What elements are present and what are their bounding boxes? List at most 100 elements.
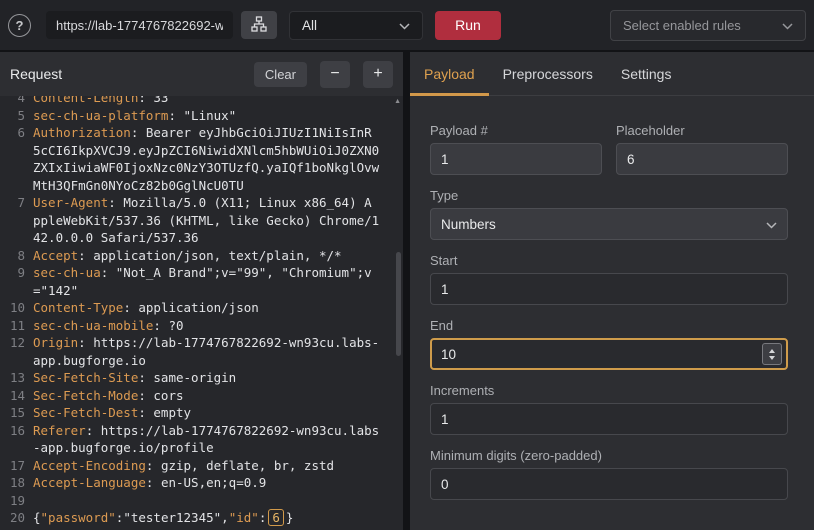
token: : same-origin: [138, 370, 236, 385]
token: :: [259, 510, 267, 525]
request-line: 7User-Agent: Mozilla/5.0 (X11; Linux x86…: [3, 194, 403, 247]
type-group: Type Numbers: [430, 189, 788, 240]
token: User-Agent: [33, 195, 108, 210]
token: "tester12345": [123, 510, 221, 525]
spinner-up-icon[interactable]: [769, 349, 775, 353]
end-field[interactable]: [430, 338, 788, 370]
line-content: Accept: application/json, text/plain, */…: [33, 247, 379, 265]
line-number: 17: [3, 457, 25, 475]
scroll-up-icon[interactable]: ▲: [394, 98, 401, 105]
token: Accept-Encoding: [33, 458, 146, 473]
payload-panel: Payload Preprocessors Settings Payload #…: [410, 52, 814, 530]
placeholder-label: Placeholder: [616, 124, 788, 138]
line-content: Sec-Fetch-Mode: cors: [33, 387, 379, 405]
tab-settings[interactable]: Settings: [607, 52, 686, 95]
tab-preprocessors-label: Preprocessors: [503, 66, 593, 82]
tab-preprocessors[interactable]: Preprocessors: [489, 52, 607, 95]
min-digits-group: Minimum digits (zero-padded): [430, 449, 788, 500]
line-content: User-Agent: Mozilla/5.0 (X11; Linux x86_…: [33, 194, 379, 247]
line-number: 19: [3, 492, 25, 510]
end-label: End: [430, 319, 788, 333]
rules-dropdown[interactable]: Select enabled rules: [610, 10, 806, 41]
line-content: [33, 492, 379, 510]
request-line: 18 Accept-Language: en-US,en;q=0.9: [3, 474, 403, 492]
request-line: 14Sec-Fetch-Mode: cors: [3, 387, 403, 405]
token: : en-US,en;q=0.9: [146, 475, 266, 490]
min-digits-field[interactable]: [430, 468, 788, 500]
token: Referer: [33, 423, 86, 438]
token: : empty: [138, 405, 191, 420]
payload-form: Payload # Placeholder Type Numbers: [410, 96, 814, 514]
help-button[interactable]: ?: [8, 14, 31, 37]
scope-dropdown-value: All: [302, 18, 317, 33]
increments-field[interactable]: [430, 403, 788, 435]
clear-button[interactable]: Clear: [254, 62, 307, 87]
token: : application/json: [123, 300, 258, 315]
run-button[interactable]: Run: [435, 11, 501, 40]
request-line: 6Authorization: Bearer eyJhbGciOiJIUzI1N…: [3, 124, 403, 194]
line-content: sec-ch-ua: "Not_A Brand";v="99", "Chromi…: [33, 264, 379, 299]
min-digits-label: Minimum digits (zero-padded): [430, 449, 788, 463]
payload-number-field[interactable]: [430, 143, 602, 175]
chevron-down-icon: [782, 18, 793, 33]
token: Content-Length: [33, 96, 138, 105]
rules-dropdown-placeholder: Select enabled rules: [623, 18, 741, 33]
line-number: 15: [3, 404, 25, 422]
token: Sec-Fetch-Mode: [33, 388, 138, 403]
line-number: 18: [3, 474, 25, 492]
remove-payload-button[interactable]: −: [320, 61, 350, 88]
request-line: 5sec-ch-ua-platform: "Linux": [3, 107, 403, 125]
tab-payload-label: Payload: [424, 66, 475, 82]
add-payload-button[interactable]: +: [363, 61, 393, 88]
start-group: Start: [430, 254, 788, 305]
end-group: End: [430, 319, 788, 370]
type-select-value: Numbers: [441, 217, 496, 232]
spinner-down-icon[interactable]: [769, 356, 775, 360]
token: : https://lab-1774767822692-wn93cu.labs-…: [33, 335, 379, 368]
line-content: Sec-Fetch-Site: same-origin: [33, 369, 379, 387]
token: Accept-Language: [33, 475, 146, 490]
token: : 33: [138, 96, 168, 105]
type-select[interactable]: Numbers: [430, 208, 788, 240]
chevron-down-icon: [399, 18, 410, 33]
workflow-button[interactable]: [241, 11, 277, 39]
line-content: Accept-Language: en-US,en;q=0.9: [33, 474, 379, 492]
token: : application/json, text/plain, */*: [78, 248, 341, 263]
request-line: 11sec-ch-ua-mobile: ?0: [3, 317, 403, 335]
payload-placeholder-marker[interactable]: 6: [268, 509, 284, 526]
request-line: 16Referer: https://lab-1774767822692-wn9…: [3, 422, 403, 457]
request-line: 17 Accept-Encoding: gzip, deflate, br, zs…: [3, 457, 403, 475]
request-panel: Request Clear − + 4Content-Length: 335se…: [0, 52, 403, 530]
token: Content-Type: [33, 300, 123, 315]
line-number: 20: [3, 509, 25, 527]
payload-placeholder-row: Payload # Placeholder: [430, 124, 788, 189]
payload-number-group: Payload #: [430, 124, 602, 175]
placeholder-field[interactable]: [616, 143, 788, 175]
line-content: sec-ch-ua-platform: "Linux": [33, 107, 379, 125]
main-split: Request Clear − + 4Content-Length: 335se…: [0, 52, 814, 530]
number-spinner[interactable]: [762, 343, 782, 365]
tab-payload[interactable]: Payload: [410, 52, 489, 95]
start-field[interactable]: [430, 273, 788, 305]
type-label: Type: [430, 189, 788, 203]
scope-dropdown[interactable]: All: [289, 11, 423, 40]
token: Accept: [33, 248, 78, 263]
line-content: Accept-Encoding: gzip, deflate, br, zstd: [33, 457, 379, 475]
url-input[interactable]: [46, 11, 233, 39]
request-line: 4 Content-Length: 33: [3, 96, 403, 107]
request-line: 15Sec-Fetch-Dest: empty: [3, 404, 403, 422]
line-number: 12: [3, 334, 25, 369]
sitemap-icon: [251, 16, 267, 35]
line-number: 4: [3, 96, 25, 107]
request-editor[interactable]: 4 Content-Length: 33 5sec-ch-ua-platform: …: [0, 96, 403, 530]
editor-scrollbar-thumb[interactable]: [396, 252, 401, 356]
increments-group: Increments: [430, 384, 788, 435]
line-content: {"password":"tester12345","id":6}: [33, 509, 379, 527]
token: sec-ch-ua: [33, 265, 101, 280]
tab-settings-label: Settings: [621, 66, 672, 82]
top-toolbar: ? All Run Select enabled rules: [0, 0, 814, 50]
token: : ?0: [153, 318, 183, 333]
line-content: sec-ch-ua-mobile: ?0: [33, 317, 379, 335]
chevron-down-icon: [766, 217, 777, 232]
line-number: 6: [3, 124, 25, 194]
